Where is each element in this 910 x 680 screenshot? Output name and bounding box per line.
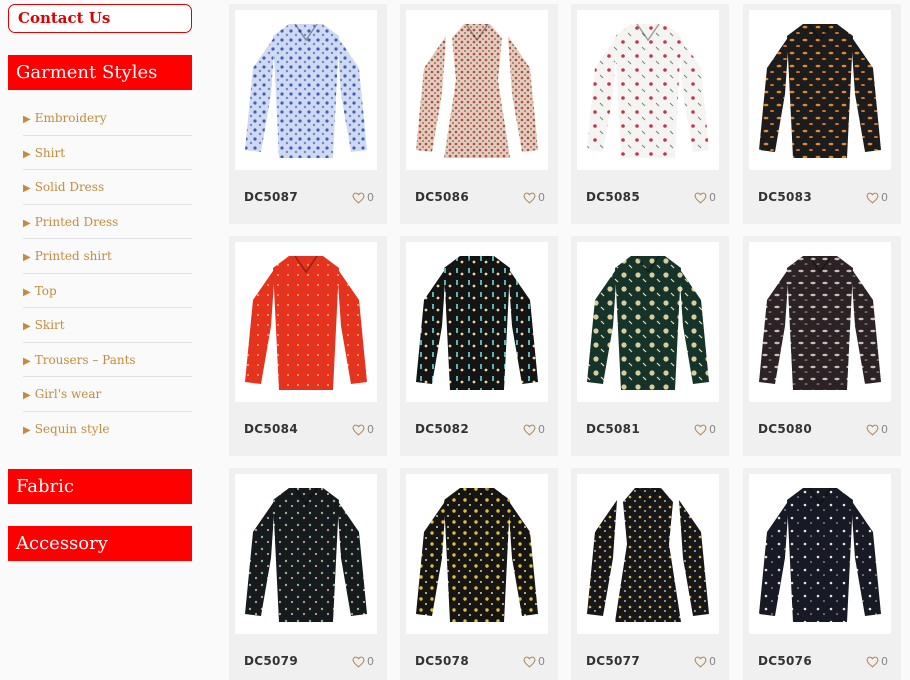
product-card[interactable]: DC5077 0	[571, 468, 729, 680]
like-button[interactable]: 0	[694, 423, 716, 436]
product-image[interactable]	[235, 10, 377, 170]
like-count: 0	[538, 655, 545, 668]
product-card[interactable]: DC5086 0	[400, 4, 558, 224]
like-count: 0	[367, 655, 374, 668]
product-card[interactable]: DC5080 0	[743, 236, 901, 456]
like-count: 0	[538, 191, 545, 204]
product-code[interactable]: DC5081	[586, 422, 640, 436]
product-card[interactable]: DC5087 0	[229, 4, 387, 224]
product-image[interactable]	[577, 10, 719, 170]
subnav-item-sequin-style[interactable]: ▶ Sequin style	[23, 412, 192, 447]
subnav-item-printed-shirt[interactable]: ▶ Printed shirt	[23, 239, 192, 274]
like-count: 0	[881, 423, 888, 436]
like-button[interactable]: 0	[866, 423, 888, 436]
triangle-right-icon: ▶	[23, 252, 31, 263]
product-image[interactable]	[406, 474, 548, 634]
product-image[interactable]	[235, 242, 377, 402]
subnav-item-skirt[interactable]: ▶ Skirt	[23, 308, 192, 343]
product-card[interactable]: DC5082 0	[400, 236, 558, 456]
product-image[interactable]	[406, 242, 548, 402]
like-button[interactable]: 0	[523, 423, 545, 436]
subnav-item-printed-dress[interactable]: ▶ Printed Dress	[23, 205, 192, 239]
category-fabric[interactable]: Fabric	[8, 469, 192, 504]
subnav-item-girls-wear[interactable]: ▶ Girl's wear	[23, 377, 192, 412]
product-code[interactable]: DC5084	[244, 422, 298, 436]
heart-icon	[866, 424, 879, 436]
like-count: 0	[538, 423, 545, 436]
product-code[interactable]: DC5078	[415, 654, 469, 668]
product-card[interactable]: DC5085 0	[571, 4, 729, 224]
like-button[interactable]: 0	[694, 191, 716, 204]
like-button[interactable]: 0	[866, 191, 888, 204]
triangle-right-icon: ▶	[23, 355, 31, 367]
triangle-right-icon: ▶	[23, 286, 31, 298]
product-card[interactable]: DC5081 0	[571, 236, 729, 456]
product-code[interactable]: DC5082	[415, 422, 469, 436]
product-image[interactable]	[406, 10, 548, 170]
like-count: 0	[709, 423, 716, 436]
heart-icon	[694, 424, 707, 436]
like-count: 0	[709, 191, 716, 204]
subnav-item-solid-dress[interactable]: ▶ Solid Dress	[23, 170, 192, 205]
heart-icon	[352, 192, 365, 204]
like-button[interactable]: 0	[523, 655, 545, 668]
garment-styles-subnav: ▶ Embroidery ▶ Shirt ▶ Solid Dress ▶ Printed…	[23, 101, 192, 446]
product-image[interactable]	[749, 474, 891, 634]
heart-icon	[523, 424, 536, 436]
product-code[interactable]: DC5083	[758, 190, 812, 204]
triangle-right-icon: ▶	[23, 217, 31, 229]
category-accessory[interactable]: Accessory	[8, 526, 192, 561]
product-card[interactable]: DC5084 0	[229, 236, 387, 456]
like-button[interactable]: 0	[352, 423, 374, 436]
product-card[interactable]: DC5079 0	[229, 468, 387, 680]
heart-icon	[352, 656, 365, 668]
subnav-item-trousers-pants[interactable]: ▶ Trousers – Pants	[23, 343, 192, 377]
like-button[interactable]: 0	[866, 655, 888, 668]
category-garment-styles[interactable]: Garment Styles	[8, 55, 192, 90]
product-image[interactable]	[749, 10, 891, 170]
triangle-right-icon: ▶	[23, 114, 31, 125]
triangle-right-icon: ▶	[23, 321, 31, 332]
like-button[interactable]: 0	[523, 191, 545, 204]
product-code[interactable]: DC5076	[758, 654, 812, 668]
product-card[interactable]: DC5083 0	[743, 4, 901, 224]
triangle-right-icon: ▶	[23, 424, 31, 436]
like-button[interactable]: 0	[694, 655, 716, 668]
heart-icon	[694, 656, 707, 668]
heart-icon	[694, 192, 707, 204]
triangle-right-icon: ▶	[23, 183, 31, 194]
heart-icon	[352, 424, 365, 436]
product-image[interactable]	[577, 242, 719, 402]
like-count: 0	[367, 423, 374, 436]
product-card[interactable]: DC5078 0	[400, 468, 558, 680]
contact-us-button[interactable]: Contact Us	[8, 4, 192, 33]
subnav-item-embroidery[interactable]: ▶ Embroidery	[23, 101, 192, 136]
like-button[interactable]: 0	[352, 191, 374, 204]
product-code[interactable]: DC5086	[415, 190, 469, 204]
heart-icon	[866, 192, 879, 204]
product-code[interactable]: DC5087	[244, 190, 298, 204]
product-image[interactable]	[235, 474, 377, 634]
sidebar: Contact Us Garment Styles ▶ Embroidery ▶ S…	[8, 4, 192, 561]
like-count: 0	[367, 191, 374, 204]
product-code[interactable]: DC5077	[586, 654, 640, 668]
like-count: 0	[881, 191, 888, 204]
triangle-right-icon: ▶	[23, 148, 31, 160]
subnav-item-top[interactable]: ▶ Top	[23, 274, 192, 308]
heart-icon	[523, 192, 536, 204]
like-button[interactable]: 0	[352, 655, 374, 668]
heart-icon	[866, 656, 879, 668]
product-code[interactable]: DC5085	[586, 190, 640, 204]
product-image[interactable]	[749, 242, 891, 402]
triangle-right-icon: ▶	[23, 390, 31, 401]
like-count: 0	[709, 655, 716, 668]
product-card[interactable]: DC5076 0	[743, 468, 901, 680]
like-count: 0	[881, 655, 888, 668]
subnav-item-shirt[interactable]: ▶ Shirt	[23, 136, 192, 170]
heart-icon	[523, 656, 536, 668]
product-code[interactable]: DC5079	[244, 654, 298, 668]
product-code[interactable]: DC5080	[758, 422, 812, 436]
product-image[interactable]	[577, 474, 719, 634]
